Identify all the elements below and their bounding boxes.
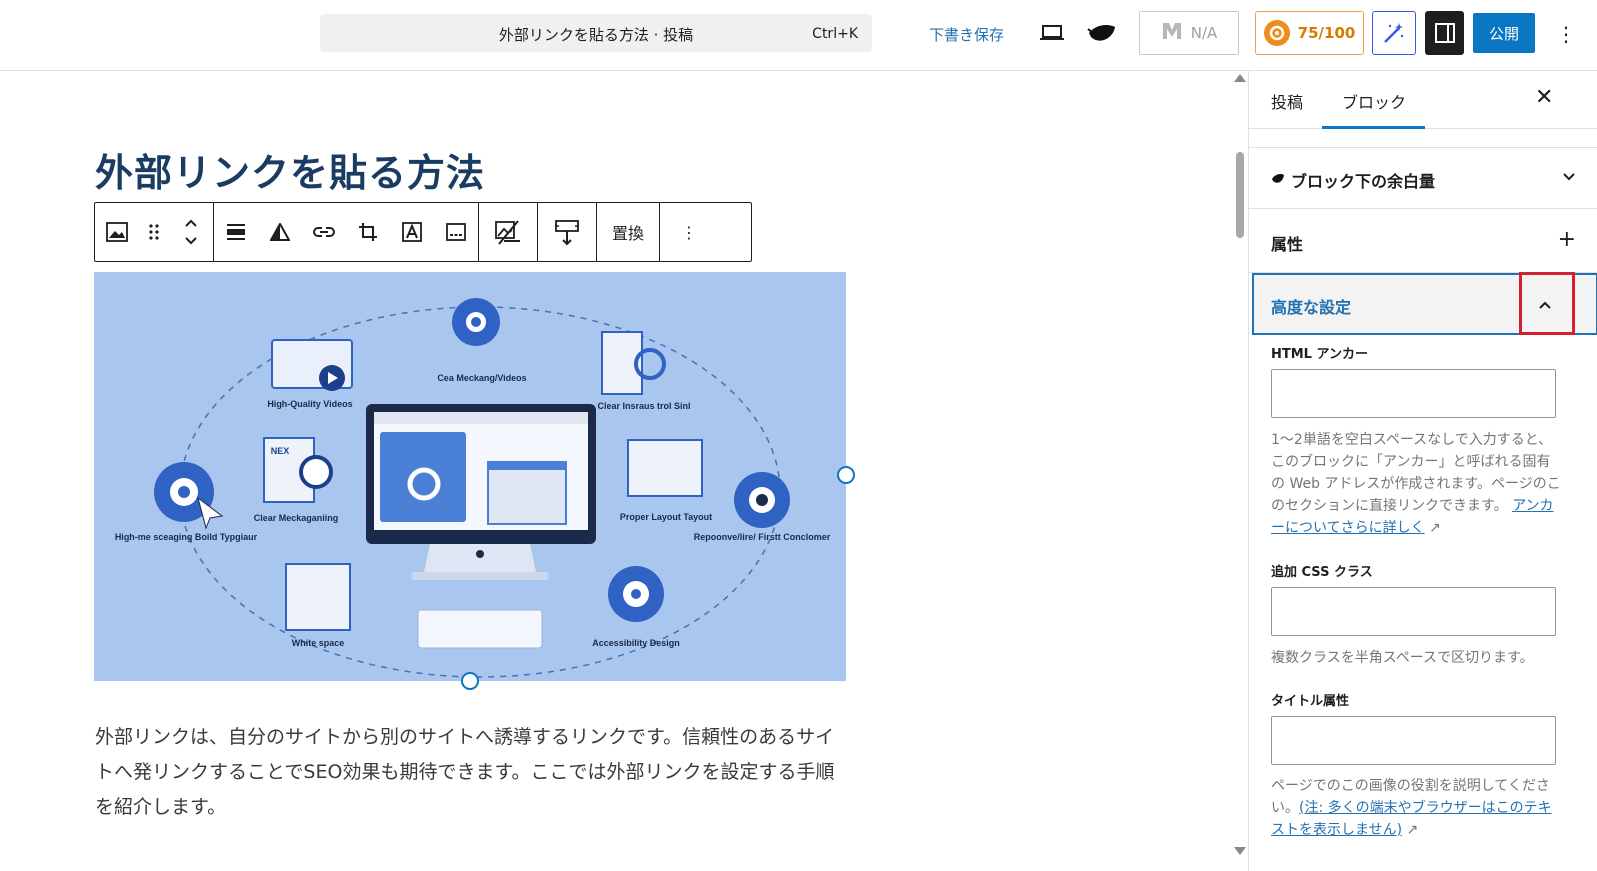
- img-label-left-mid: Clear Meckaganiing: [254, 513, 339, 523]
- toolbar-group-image: [214, 203, 479, 261]
- title-attr-help: ページでのこの画像の役割を説明してください。(注: 多くの端末やブラウザーはこの…: [1271, 775, 1561, 841]
- seo-status-label: N/A: [1190, 24, 1218, 42]
- post-paragraph[interactable]: 外部リンクは、自分のサイトから別のサイトへ誘導するリンクです。信頼性のあるサイト…: [95, 720, 845, 825]
- panel-advanced[interactable]: 高度な設定: [1252, 272, 1597, 335]
- top-toolbar: 外部リンクを貼る方法 · 投稿 Ctrl+K 下書き保存 N/A 75/100 …: [0, 0, 1597, 71]
- tab-post[interactable]: 投稿: [1271, 89, 1303, 113]
- seo-score-button[interactable]: 75/100: [1255, 11, 1364, 55]
- img-label-far-left: High-me sceaging Boild Typgiaur: [115, 532, 258, 542]
- resize-handle-right[interactable]: [837, 466, 855, 484]
- img-label-top-right: Clear Insraus trol Sinl: [597, 401, 690, 411]
- caption-icon[interactable]: [434, 203, 478, 261]
- toolbar-group-block: [95, 203, 214, 261]
- post-title[interactable]: 外部リンクを貼る方法: [95, 142, 485, 197]
- plus-icon: +: [1557, 227, 1576, 252]
- tab-block[interactable]: ブロック: [1342, 89, 1406, 113]
- ai-wand-button[interactable]: [1372, 11, 1416, 55]
- panel-attributes[interactable]: 属性 +: [1249, 209, 1597, 273]
- scroll-thumb[interactable]: [1236, 152, 1244, 238]
- css-class-help: 複数クラスを半角スペースで区切ります。: [1271, 650, 1534, 666]
- text-overlay-icon[interactable]: [390, 203, 434, 261]
- leaf-icon: [1271, 170, 1285, 189]
- seo-score-label: 75/100: [1297, 24, 1356, 42]
- css-class-label: 追加 CSS クラス: [1271, 565, 1373, 580]
- close-icon[interactable]: ✕: [1535, 85, 1553, 110]
- spacing-icon[interactable]: [538, 203, 596, 261]
- title-attr-label: タイトル属性: [1271, 694, 1350, 709]
- image-visibility-icon[interactable]: [479, 203, 537, 261]
- block-options-icon[interactable]: ⋮: [660, 203, 718, 261]
- html-anchor-help: 1〜2単語を空白スペースなしで入力すると、このブロックに「アンカー」と呼ばれる固…: [1271, 429, 1561, 539]
- seo-status-button[interactable]: N/A: [1139, 11, 1239, 55]
- scroll-up-icon[interactable]: [1234, 74, 1246, 82]
- panel-attributes-label: 属性: [1271, 235, 1304, 254]
- chevron-down-icon: [1562, 166, 1576, 187]
- settings-sidebar: 投稿 ブロック ✕ ブロック下の余白量 属性 + 高度な設定 HTML アンカー…: [1248, 71, 1597, 871]
- img-label-bottom-left: White space: [292, 638, 345, 648]
- gear-icon: [1263, 20, 1290, 46]
- chevron-up-icon[interactable]: [1538, 295, 1552, 314]
- command-title: 外部リンクを貼る方法 · 投稿: [498, 26, 694, 44]
- magic-wand-icon: [1384, 23, 1404, 43]
- title-attr-input[interactable]: [1271, 716, 1556, 765]
- img-label-nex: NEX: [271, 446, 290, 456]
- resize-handle-bottom[interactable]: [461, 672, 479, 690]
- active-tab-indicator: [1322, 126, 1425, 129]
- command-palette-button[interactable]: 外部リンクを貼る方法 · 投稿 Ctrl+K: [320, 14, 872, 52]
- drag-handle-icon[interactable]: [139, 203, 169, 261]
- toggle-settings-sidebar-button[interactable]: [1425, 11, 1464, 55]
- css-class-input[interactable]: [1271, 587, 1556, 636]
- sidebar-icon: [1434, 23, 1455, 43]
- preview-device-icon[interactable]: [1038, 22, 1066, 44]
- panel-block-spacing[interactable]: ブロック下の余白量: [1249, 147, 1597, 209]
- replace-button[interactable]: 置換: [597, 203, 659, 261]
- save-draft-button[interactable]: 下書き保存: [929, 24, 1004, 45]
- html-anchor-input[interactable]: [1271, 369, 1556, 418]
- duotone-filter-icon[interactable]: [258, 203, 302, 261]
- toolbar-group-replace: 置換: [597, 203, 660, 261]
- img-label-top: Cea Meckang/Videos: [437, 373, 526, 383]
- toolbar-group-spacing: [538, 203, 597, 261]
- img-label-bottom-right: Accessibility Design: [592, 638, 680, 648]
- external-link-icon: ↗: [1429, 520, 1441, 536]
- crop-icon[interactable]: [346, 203, 390, 261]
- web-design-illustration: High-Quality Videos Cea Meckang/Videos C…: [115, 298, 831, 678]
- command-shortcut: Ctrl+K: [812, 26, 858, 42]
- img-label-videos: High-Quality Videos: [267, 399, 352, 409]
- html-anchor-label: HTML アンカー: [1271, 347, 1368, 362]
- scroll-down-icon[interactable]: [1234, 847, 1246, 855]
- publish-button[interactable]: 公開: [1473, 13, 1535, 53]
- checkmark-logo-icon: [1161, 21, 1183, 45]
- img-label-far-right: Repoonve/lire/ Firstt Conclomer: [694, 532, 831, 542]
- toolbar-group-plugin: [479, 203, 538, 261]
- plugin-leaf-icon[interactable]: [1086, 20, 1118, 46]
- featured-illustration-image[interactable]: High-Quality Videos Cea Meckang/Videos C…: [94, 272, 846, 681]
- panel-advanced-label: 高度な設定: [1271, 298, 1352, 317]
- toolbar-group-more: ⋮: [660, 203, 718, 261]
- panel-spacing-label: ブロック下の余白量: [1291, 172, 1436, 191]
- more-options-icon[interactable]: ⋮: [1556, 22, 1576, 46]
- external-link-icon: ↗: [1406, 822, 1419, 838]
- link-icon[interactable]: [302, 203, 346, 261]
- image-block-icon[interactable]: [95, 203, 139, 261]
- move-up-down-icon[interactable]: [169, 203, 213, 261]
- editor-scrollbar[interactable]: [1233, 74, 1248, 871]
- block-toolbar: 置換 ⋮: [94, 202, 752, 262]
- img-label-right-mid: Proper Layout Tayout: [620, 512, 712, 522]
- align-icon[interactable]: [214, 203, 258, 261]
- sidebar-tabs: 投稿 ブロック ✕: [1249, 71, 1597, 129]
